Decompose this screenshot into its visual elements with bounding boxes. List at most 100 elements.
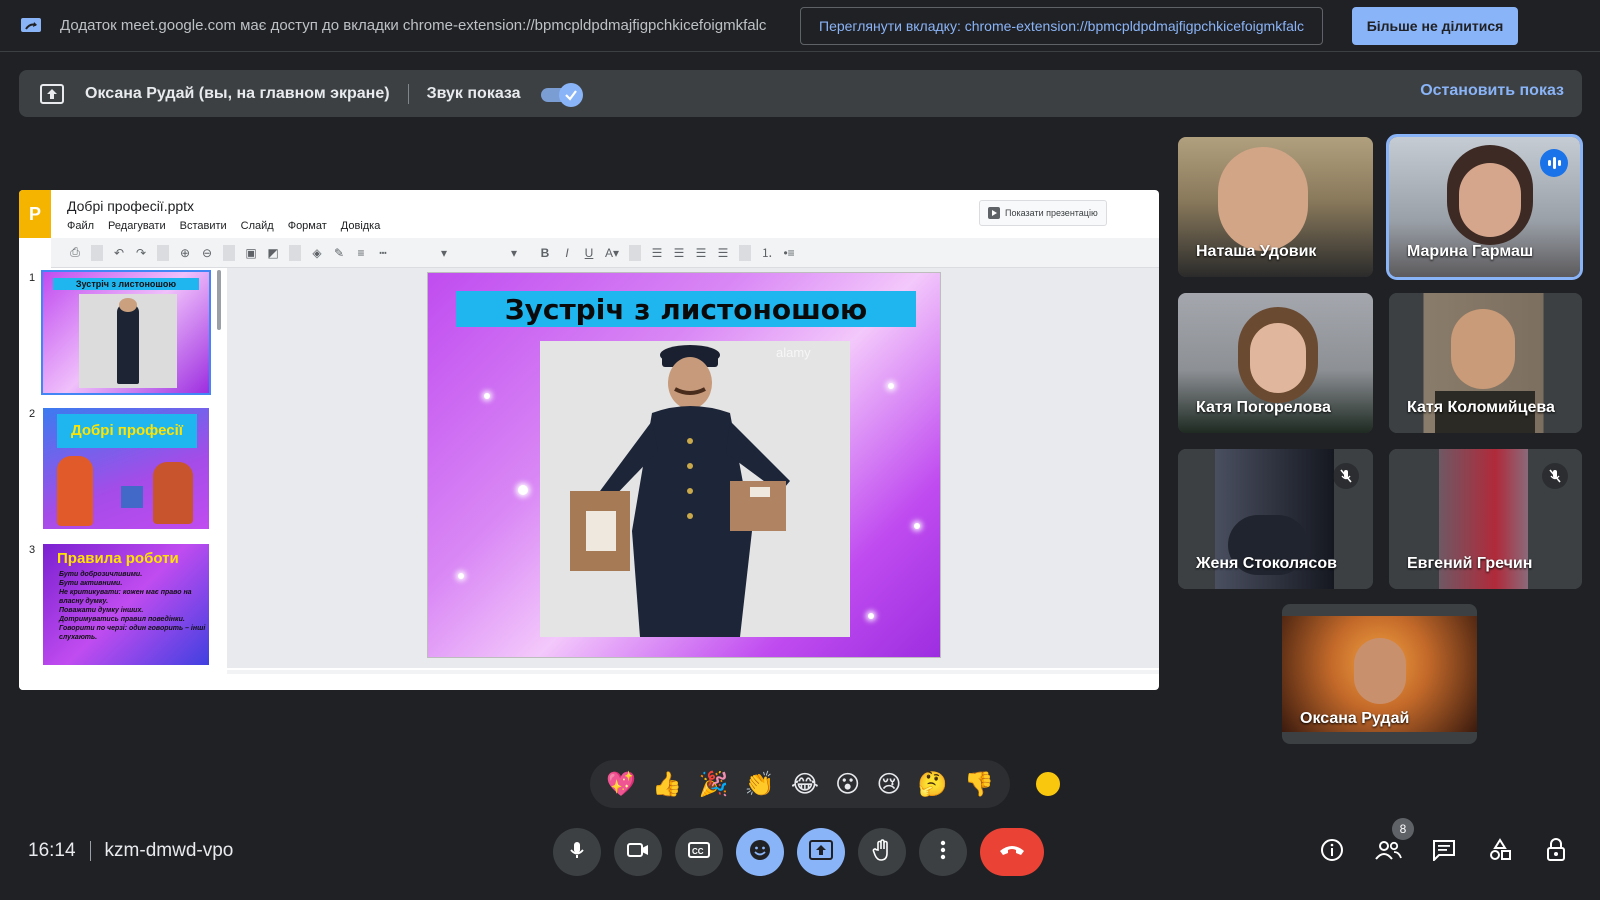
present-now-button[interactable] — [797, 828, 845, 876]
sparkle — [868, 613, 874, 619]
bulleted-list-icon[interactable]: •≡ — [783, 246, 795, 260]
text-color-icon[interactable]: A▾ — [605, 246, 619, 260]
chat-button[interactable] — [1428, 836, 1460, 868]
thumbs-up-reaction[interactable]: 👍 — [652, 770, 682, 798]
surprised-reaction[interactable]: 😮 — [835, 770, 860, 798]
filmstrip-scrollbar[interactable] — [217, 270, 221, 330]
line-dash-icon[interactable]: ┅ — [377, 246, 389, 260]
sparkle — [518, 485, 528, 495]
line-weight-icon[interactable]: ≡ — [355, 246, 367, 260]
bold-icon[interactable]: B — [539, 246, 551, 260]
align-right-icon[interactable]: ☰ — [695, 246, 707, 260]
camera-icon — [627, 842, 649, 863]
stop-sharing-button[interactable]: Більше не ділитися — [1352, 7, 1518, 45]
font-size-dropdown[interactable]: ▾ — [499, 246, 529, 260]
camera-button[interactable] — [614, 828, 662, 876]
italic-icon[interactable]: I — [561, 246, 573, 260]
info-icon — [1320, 838, 1344, 867]
thumbs-down-reaction[interactable]: 👎 — [964, 770, 994, 798]
presentation-audio-label: Звук показа — [426, 84, 521, 102]
mic-off-icon — [1542, 463, 1568, 489]
participant-tile-self[interactable]: Оксана Рудай — [1282, 604, 1477, 744]
leave-call-button[interactable] — [980, 828, 1044, 876]
print-icon[interactable]: ⎙ — [69, 245, 81, 260]
tab-share-notification-bar: Додаток meet.google.com має доступ до вк… — [0, 0, 1600, 52]
line-color-icon[interactable]: ✎ — [333, 246, 345, 260]
raise-hand-button[interactable] — [858, 828, 906, 876]
face-silhouette — [1354, 638, 1406, 704]
underline-icon[interactable]: U — [583, 246, 595, 260]
meeting-details-button[interactable] — [1316, 836, 1348, 868]
speaking-indicator-icon — [1540, 149, 1568, 177]
thumbnail-title: Правила роботи — [57, 550, 179, 567]
redo-icon[interactable]: ↷ — [135, 246, 147, 260]
slide-thumbnail-1[interactable]: 1 Зустріч з листоношою — [27, 270, 222, 395]
stop-presenting-button[interactable]: Остановить показ — [1420, 82, 1564, 100]
participant-tile[interactable]: Женя Стоколясов — [1178, 449, 1373, 589]
menu-file[interactable]: Файл — [67, 220, 94, 232]
host-controls-button[interactable] — [1540, 836, 1572, 868]
divider — [91, 244, 103, 261]
slide-thumbnail-2[interactable]: 2 Добрі професії — [27, 406, 222, 531]
view-tab-button[interactable]: Переглянути вкладку: chrome-extension://… — [800, 7, 1323, 45]
menu-insert[interactable]: Вставити — [180, 220, 227, 232]
menu-help[interactable]: Довідка — [341, 220, 381, 232]
thumbnail-title: Добрі професії — [57, 414, 197, 448]
menu-slide[interactable]: Слайд — [241, 220, 274, 232]
menu-edit[interactable]: Редагувати — [108, 220, 166, 232]
divider — [89, 841, 91, 861]
participant-name: Наташа Удовик — [1196, 243, 1317, 260]
crying-reaction[interactable]: 😢 — [876, 770, 901, 798]
face-silhouette — [1459, 163, 1521, 237]
image-watermark: alamy — [776, 345, 811, 360]
participant-name: Женя Стоколясов — [1196, 555, 1337, 572]
align-center-icon[interactable]: ☰ — [673, 246, 685, 260]
shared-slides-window: P Добрі професії.pptx Файл Редагувати Вс… — [19, 190, 1159, 690]
zoom-out-icon[interactable]: ⊖ — [201, 246, 213, 260]
participant-tile[interactable]: Наташа Удовик — [1178, 137, 1373, 277]
captions-button[interactable]: CC — [675, 828, 723, 876]
slide-thumbnail-image: Правила роботи Бути доброзичливими. Бути… — [41, 542, 211, 667]
participant-tile[interactable]: Катя Погорелова — [1178, 293, 1373, 433]
participant-tile[interactable]: Катя Коломийцева — [1389, 293, 1582, 433]
menu-bar: Файл Редагувати Вставити Слайд Формат До… — [67, 220, 380, 232]
skin-tone-picker[interactable] — [1034, 770, 1062, 798]
present-slideshow-button[interactable]: Показати презентацію — [979, 200, 1107, 226]
clapping-reaction[interactable]: 👏 — [745, 770, 775, 798]
align-left-icon[interactable]: ☰ — [651, 246, 663, 260]
participant-tile[interactable]: Марина Гармаш — [1386, 134, 1583, 280]
tears-of-joy-reaction[interactable]: 😂 — [791, 770, 819, 798]
party-popper-reaction[interactable]: 🎉 — [698, 770, 728, 798]
people-button[interactable] — [1372, 836, 1404, 868]
undo-icon[interactable]: ↶ — [113, 246, 125, 260]
thinking-reaction[interactable]: 🤔 — [918, 770, 948, 798]
present-slideshow-label: Показати презентацію — [1005, 208, 1098, 218]
meeting-code: kzm-dmwd-vpo — [104, 840, 234, 861]
current-slide[interactable]: Зустріч з листоношою alamy — [427, 272, 941, 658]
align-justify-icon[interactable]: ☰ — [717, 246, 729, 260]
sparkle — [888, 383, 894, 389]
microphone-button[interactable] — [553, 828, 601, 876]
activities-button[interactable] — [1484, 836, 1516, 868]
sparkling-heart-reaction[interactable]: 💖 — [606, 770, 636, 798]
fill-color-icon[interactable]: ◈ — [311, 246, 323, 260]
divider — [289, 244, 301, 261]
numbered-list-icon[interactable]: ⒈ — [761, 244, 773, 261]
smiley-icon — [749, 839, 771, 866]
zoom-in-icon[interactable]: ⊕ — [179, 246, 191, 260]
slide-thumbnail-3[interactable]: 3 Правила роботи Бути доброзичливими. Бу… — [27, 542, 222, 667]
participant-tile[interactable]: Евгений Гречин — [1389, 449, 1582, 589]
canvas-scrollbar[interactable] — [227, 670, 1159, 674]
more-vertical-icon — [940, 840, 946, 865]
font-dropdown[interactable]: ▾ — [399, 246, 489, 260]
reactions-button[interactable] — [736, 828, 784, 876]
more-options-button[interactable] — [919, 828, 967, 876]
shape-icon[interactable]: ◩ — [267, 246, 279, 260]
clock: 16:14 — [28, 840, 76, 861]
participant-name: Оксана Рудай — [1300, 710, 1410, 727]
check-icon — [558, 82, 583, 107]
cast-icon — [20, 17, 42, 35]
presentation-audio-toggle[interactable] — [540, 82, 583, 107]
text-box-icon[interactable]: ▣ — [245, 246, 257, 260]
menu-format[interactable]: Формат — [288, 220, 327, 232]
